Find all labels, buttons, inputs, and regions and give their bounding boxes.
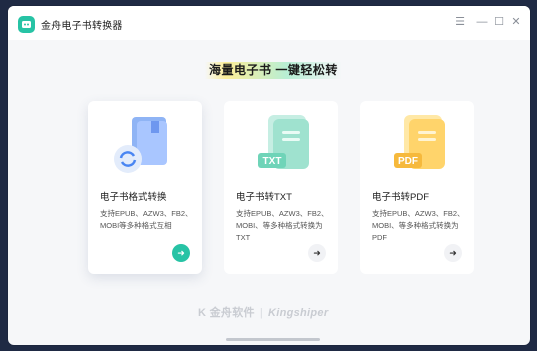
brand-name-en: Kingshiper [267, 307, 329, 319]
minimize-icon[interactable]: — [475, 15, 489, 29]
app-window: 金舟电子书转换器 ☰ — ☐ ✕ 海量电子书 一键轻松转 电子书格式转换 支持E… [8, 6, 530, 345]
card-title: 电子书格式转换 [100, 192, 167, 203]
arrow-right-button[interactable]: ➜ [172, 244, 190, 262]
card-to-txt[interactable]: TXT 电子书转TXT 支持EPUB、AZW3、FB2、MOBI、等多种格式转换… [224, 101, 338, 274]
card-format-convert[interactable]: 电子书格式转换 支持EPUB、AZW3、FB2、MOBI等多种格式互相 ➜ [88, 101, 202, 274]
txt-file-icon: TXT [258, 115, 309, 169]
brand-logo-icon: K [198, 307, 207, 319]
book-convert-icon [114, 117, 167, 173]
footer-brand: K 金舟软件 | Kingshiper [198, 307, 329, 319]
card-title: 电子书转TXT [236, 192, 292, 203]
slogan: 海量电子书 一键轻松转 [205, 62, 342, 79]
close-icon[interactable]: ✕ [509, 15, 523, 29]
arrow-right-button[interactable]: ➜ [444, 244, 462, 262]
card-description: 支持EPUB、AZW3、FB2、MOBI等多种格式互相 [100, 209, 193, 230]
pdf-badge: PDF [398, 156, 418, 167]
app-title: 金舟电子书转换器 [41, 21, 123, 32]
maximize-icon[interactable]: ☐ [492, 15, 506, 29]
menu-icon[interactable]: ☰ [453, 15, 467, 29]
title-bar: 金舟电子书转换器 ☰ — ☐ ✕ [8, 6, 530, 40]
scroll-indicator [226, 338, 320, 341]
card-to-pdf[interactable]: PDF 电子书转PDF 支持EPUB、AZW3、FB2、MOBI、等多种格式转换… [360, 101, 474, 274]
card-description: 支持EPUB、AZW3、FB2、MOBI、等多种格式转换为PDF [372, 209, 465, 242]
card-description: 支持EPUB、AZW3、FB2、MOBI、等多种格式转换为TXT [236, 209, 329, 242]
card-title: 电子书转PDF [372, 192, 430, 203]
arrow-right-button[interactable]: ➜ [308, 244, 326, 262]
brand-name-cn: 金舟软件 [209, 307, 255, 319]
pdf-file-icon: PDF [394, 115, 445, 169]
app-logo-icon [18, 16, 35, 33]
txt-badge: TXT [263, 156, 282, 167]
